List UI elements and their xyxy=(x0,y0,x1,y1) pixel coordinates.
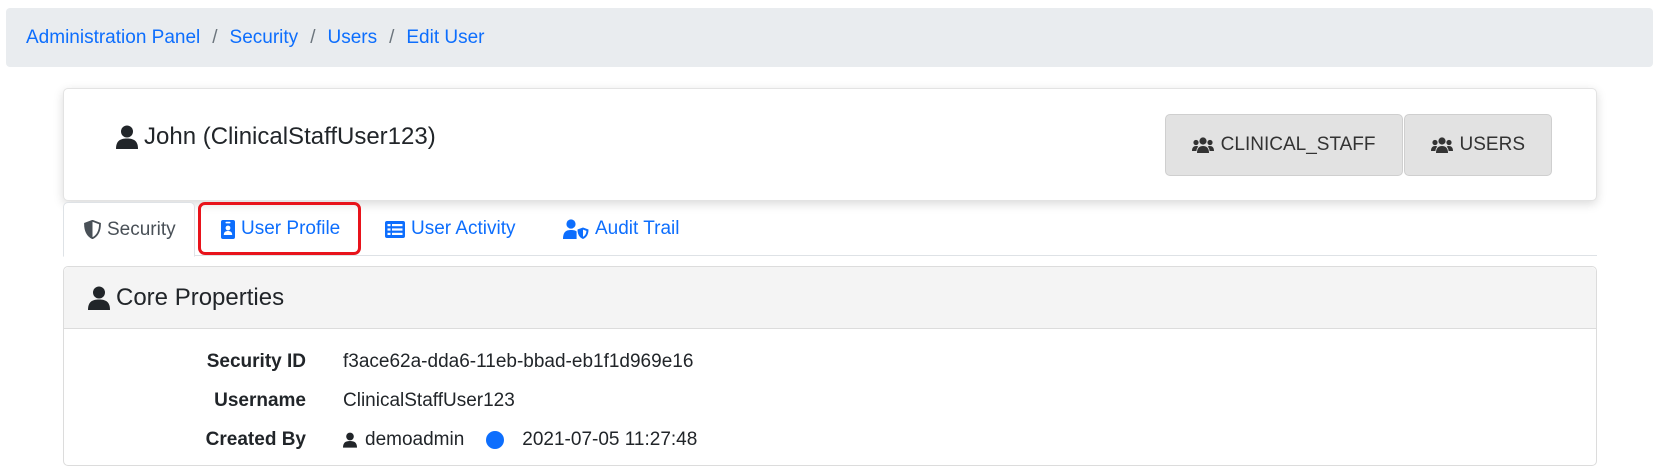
breadcrumb: Administration Panel / Security / Users … xyxy=(6,8,1653,67)
users-icon xyxy=(1191,137,1214,153)
user-header-card: John (ClinicalStaffUser123) CLINICAL_STA… xyxy=(63,88,1597,201)
tab-user-profile[interactable]: User Profile xyxy=(221,202,340,256)
breadcrumb-users[interactable]: Users xyxy=(327,27,377,49)
user-title: John (ClinicalStaffUser123) xyxy=(116,123,436,151)
breadcrumb-separator: / xyxy=(212,26,218,48)
user-icon xyxy=(88,286,110,310)
breadcrumb-edit-user[interactable]: Edit User xyxy=(406,27,484,49)
tab-audit-trail[interactable]: Audit Trail xyxy=(563,202,679,256)
user-shield-icon xyxy=(563,219,589,239)
user-tabs: Security User Profile User Activity Audi… xyxy=(63,202,1597,257)
role-clinical-staff-label: CLINICAL_STAFF xyxy=(1220,134,1376,155)
breadcrumb-administration-panel[interactable]: Administration Panel xyxy=(26,27,200,49)
role-button-group: CLINICAL_STAFF USERS xyxy=(1164,114,1552,176)
property-value: ClinicalStaffUser123 xyxy=(343,390,515,411)
property-row-created-by: Created By demoadmin 2021-07-05 11:27:48 xyxy=(64,425,698,455)
tab-user-activity[interactable]: User Activity xyxy=(385,202,516,256)
role-users-button[interactable]: USERS xyxy=(1403,114,1552,176)
property-row-security-id: Security ID f3ace62a-dda6-11eb-bbad-eb1f… xyxy=(64,347,694,377)
role-clinical-staff-button[interactable]: CLINICAL_STAFF xyxy=(1164,114,1403,176)
id-badge-icon xyxy=(221,219,235,239)
tab-security[interactable]: Security xyxy=(63,202,195,257)
core-properties-card: Core Properties Security ID f3ace62a-dda… xyxy=(63,266,1597,466)
tab-audit-trail-label: Audit Trail xyxy=(595,218,680,239)
breadcrumb-security[interactable]: Security xyxy=(230,27,299,49)
user-icon xyxy=(343,432,357,448)
property-value: f3ace62a-dda6-11eb-bbad-eb1f1d969e16 xyxy=(343,351,694,372)
users-icon xyxy=(1430,137,1453,153)
tab-user-activity-label: User Activity xyxy=(411,218,516,239)
user-icon xyxy=(116,125,138,149)
property-label: Security ID xyxy=(206,351,306,372)
shield-half-icon xyxy=(84,220,101,239)
breadcrumb-separator: / xyxy=(389,26,395,48)
info-icon[interactable] xyxy=(486,431,505,449)
tab-security-label: Security xyxy=(107,218,176,240)
breadcrumb-separator: / xyxy=(310,26,316,48)
core-properties-title: Core Properties xyxy=(116,283,285,311)
list-icon xyxy=(385,220,405,238)
user-title-text: John (ClinicalStaffUser123) xyxy=(144,123,436,150)
role-users-label: USERS xyxy=(1459,134,1525,155)
property-row-username: Username ClinicalStaffUser123 xyxy=(64,386,515,416)
tab-user-profile-label: User Profile xyxy=(241,218,341,239)
core-properties-header: Core Properties xyxy=(64,267,1596,329)
property-label: Username xyxy=(214,390,306,411)
